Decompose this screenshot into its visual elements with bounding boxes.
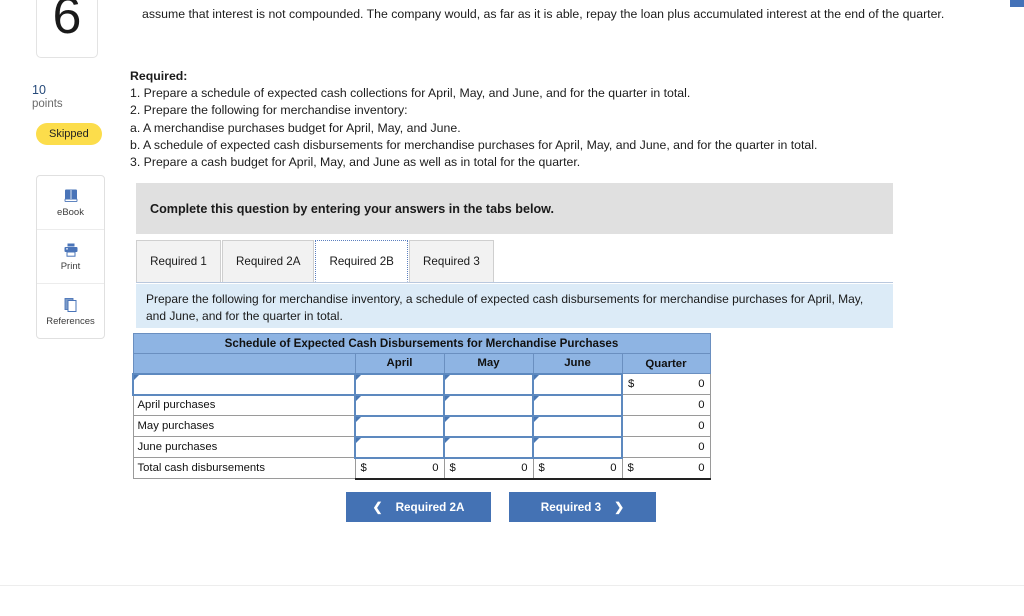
complete-question-banner: Complete this question by entering your … <box>136 183 893 234</box>
tab-required-3[interactable]: Required 3 <box>408 240 494 282</box>
required-item-2b: b. A schedule of expected cash disbursem… <box>130 137 818 152</box>
row-3-quarter-value: 0 <box>621 436 711 458</box>
scrollbar-thumb-fragment[interactable] <box>1010 0 1024 7</box>
references-icon <box>62 296 80 314</box>
next-requirement-button[interactable]: Required 3 ❯ <box>509 492 656 522</box>
required-item-1: 1. Prepare a schedule of expected cash c… <box>130 86 691 101</box>
table-row: April purchases 0 <box>132 393 711 417</box>
row-4-june-number: 0 <box>610 462 617 474</box>
book-icon <box>62 187 80 205</box>
points-value: 10 <box>32 83 46 97</box>
row-4-may-value: $ 0 <box>443 457 534 480</box>
column-header-may: May <box>443 353 534 374</box>
question-number: 6 <box>52 0 82 45</box>
column-header-june: June <box>532 353 623 374</box>
row-3-june-input[interactable] <box>532 435 623 459</box>
column-header-quarter: Quarter <box>621 353 711 374</box>
question-sidebar: 6 10 points Skipped eBook Print Referenc… <box>0 0 128 585</box>
chevron-left-icon: ❮ <box>372 500 383 514</box>
column-header-april: April <box>354 353 445 374</box>
tab-required-1[interactable]: Required 1 <box>136 240 221 282</box>
table-row: $ 0 <box>132 372 711 396</box>
row-3-quarter-number: 0 <box>698 441 705 453</box>
row-4-quarter-number: 0 <box>698 461 705 474</box>
tab-navigation: ❮ Required 2A Required 3 ❯ <box>346 492 656 522</box>
status-badge: Skipped <box>36 123 102 145</box>
worksheet-column-headers: April May June Quarter <box>132 353 711 374</box>
row-4-label: Total cash disbursements <box>132 457 356 479</box>
tab-required-2b[interactable]: Required 2B <box>315 240 408 282</box>
printer-icon <box>62 241 80 259</box>
row-0-quarter-number: 0 <box>698 378 705 390</box>
row-3-label: June purchases <box>132 436 356 458</box>
required-item-2: 2. Prepare the following for merchandise… <box>130 103 408 118</box>
required-list: Required: 1. Prepare a schedule of expec… <box>130 68 960 171</box>
row-4-june-value: $ 0 <box>532 457 623 480</box>
required-item-2a: a. A merchandise purchases budget for Ap… <box>130 120 461 135</box>
table-row: June purchases 0 <box>132 435 711 459</box>
ebook-label: eBook <box>57 207 84 218</box>
intro-paragraph: assume that interest is not compounded. … <box>142 7 945 21</box>
required-item-3: 3. Prepare a cash budget for April, May,… <box>130 155 581 170</box>
previous-requirement-button[interactable]: ❮ Required 2A <box>346 492 491 522</box>
row-2-may-input[interactable] <box>443 414 534 438</box>
row-0-may-input[interactable] <box>443 372 534 396</box>
column-header-blank <box>132 353 356 374</box>
points-label: points <box>32 98 63 110</box>
row-3-april-input[interactable] <box>354 435 445 459</box>
row-4-quarter-value: $ 0 <box>621 457 711 480</box>
tool-panel: eBook Print References <box>36 175 105 339</box>
row-4-april-value: $ 0 <box>354 457 445 480</box>
table-row-total: Total cash disbursements $ 0 $ 0 $ 0 $ 0 <box>132 457 711 480</box>
row-4-may-number: 0 <box>521 462 528 474</box>
row-4-april-number: 0 <box>432 462 439 474</box>
table-row: May purchases 0 <box>132 414 711 438</box>
row-2-quarter-value: 0 <box>621 415 711 437</box>
row-1-label: April purchases <box>132 394 356 416</box>
row-1-may-input[interactable] <box>443 393 534 417</box>
row-3-may-input[interactable] <box>443 435 534 459</box>
references-button[interactable]: References <box>37 284 104 338</box>
cash-disbursements-worksheet: Schedule of Expected Cash Disbursements … <box>132 333 711 480</box>
row-1-april-input[interactable] <box>354 393 445 417</box>
row-1-june-input[interactable] <box>532 393 623 417</box>
worksheet-title-row: Schedule of Expected Cash Disbursements … <box>132 333 711 354</box>
tab-description: Prepare the following for merchandise in… <box>136 284 893 328</box>
row-2-april-input[interactable] <box>354 414 445 438</box>
ebook-button[interactable]: eBook <box>37 176 104 230</box>
references-label: References <box>46 315 95 327</box>
row-2-label: May purchases <box>132 415 356 437</box>
required-heading: Required: <box>130 69 188 83</box>
row-2-quarter-number: 0 <box>698 420 705 432</box>
row-1-quarter-value: 0 <box>621 394 711 416</box>
question-number-card: 6 <box>36 0 98 58</box>
tab-required-2a[interactable]: Required 2A <box>222 240 315 282</box>
row-0-june-input[interactable] <box>532 372 623 396</box>
row-0-quarter-value: $ 0 <box>621 373 711 395</box>
print-label: Print <box>60 261 81 272</box>
row-0-april-input[interactable] <box>354 372 445 396</box>
assignment-page: 6 10 points Skipped eBook Print Referenc… <box>0 0 1024 616</box>
row-2-june-input[interactable] <box>532 414 623 438</box>
complete-question-text: Complete this question by entering your … <box>150 201 554 216</box>
previous-requirement-label: Required 2A <box>395 500 465 514</box>
row-1-quarter-number: 0 <box>698 399 705 411</box>
next-requirement-label: Required 3 <box>540 500 602 514</box>
print-button[interactable]: Print <box>37 230 104 284</box>
points-block: 10 points <box>32 83 116 112</box>
worksheet-title: Schedule of Expected Cash Disbursements … <box>132 333 711 354</box>
requirement-tabs: Required 1 Required 2A Required 2B Requi… <box>136 238 893 283</box>
row-0-label-input[interactable] <box>132 372 356 396</box>
chevron-right-icon: ❯ <box>614 500 625 514</box>
page-footer: Mc <box>0 586 1024 616</box>
